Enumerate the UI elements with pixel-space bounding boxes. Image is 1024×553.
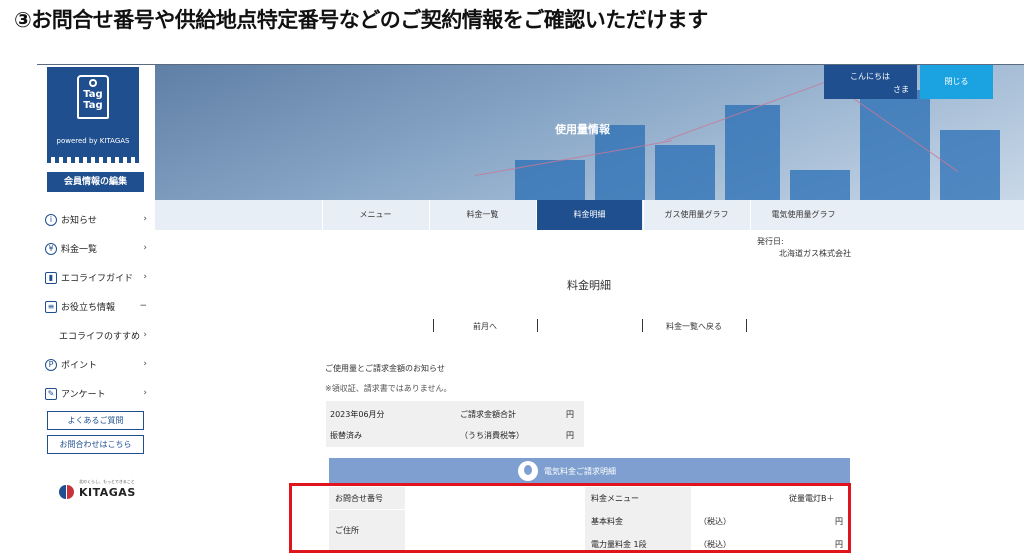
month-pager: 前月へ 料金一覧へ戻る <box>425 319 755 333</box>
tagtag-logo[interactable]: Tag Tag powered by KITAGAS <box>47 67 139 163</box>
sidebar-item-useful-info[interactable]: ≡ お役立ち情報 − <box>45 292 147 321</box>
billing-month: 2023年06月分 <box>330 410 385 419</box>
payment-status: 振替済み <box>330 431 362 440</box>
tab-gas-usage-graph[interactable]: ガス使用量グラフ <box>643 200 749 230</box>
sidebar-item-label: お役立ち情報 <box>61 303 116 313</box>
survey-icon: ✎ <box>45 387 57 400</box>
chevron-right-icon: › <box>143 359 147 369</box>
chevron-right-icon: › <box>143 243 147 253</box>
electric-detail-table: お問合せ番号 ご住所 料金メニュー 従量電灯B＋ 基本料金 （税込） 円 電力量… <box>329 487 850 553</box>
menu-value: 従量電灯B＋ <box>789 494 835 503</box>
pager-divider <box>746 319 747 332</box>
electric-detail-header: 電気料金ご請求明細 <box>329 458 850 484</box>
kitagas-mark-icon <box>59 485 75 499</box>
app-window: Tag Tag powered by KITAGAS 会員情報の編集 i お知ら… <box>37 64 1024 553</box>
pager-divider <box>642 319 643 332</box>
base-fee-label: 基本料金 <box>591 517 623 526</box>
total-label: ご請求金額合計 <box>460 410 516 419</box>
prev-month-link[interactable]: 前月へ <box>473 321 497 332</box>
chevron-right-icon: › <box>143 388 147 398</box>
tab-bar: メニュー 料金一覧 料金明細 ガス使用量グラフ 電気使用量グラフ <box>155 200 1024 230</box>
kitagas-name: KITAGAS <box>79 485 136 499</box>
tab-menu[interactable]: メニュー <box>322 200 428 230</box>
logo-zigzag <box>47 157 139 163</box>
bar-chart-icon: ▮ <box>45 271 57 284</box>
point-icon: P <box>45 358 57 371</box>
issue-date-label: 発行日: <box>757 237 784 246</box>
sidebar-item-price-list[interactable]: ¥ 料金一覧 › <box>45 234 147 263</box>
billing-summary: 2023年06月分 ご請求金額合計 円 振替済み （うち消費税等） 円 <box>326 401 584 447</box>
tab-price-list[interactable]: 料金一覧 <box>429 200 535 230</box>
inquiry-no-label: お問合せ番号 <box>335 494 383 503</box>
energy-fee-tax: （税込） <box>699 540 731 549</box>
hero-graphic-bar <box>655 145 715 200</box>
collapse-icon: − <box>139 301 147 311</box>
tab-bill-detail[interactable]: 料金明細 <box>536 200 642 230</box>
document-icon: ≡ <box>45 300 57 313</box>
greeting-text: こんにちは <box>850 72 890 81</box>
sidebar-item-label: エコライフガイド <box>61 274 134 284</box>
chevron-right-icon: › <box>143 330 147 340</box>
tag-hole-icon <box>89 79 97 87</box>
sidebar-nav: i お知らせ › ¥ 料金一覧 › ▮ エコライフガイド › ≡ お役立ち情報 … <box>45 205 147 408</box>
sidebar: Tag Tag powered by KITAGAS 会員情報の編集 i お知ら… <box>37 65 155 553</box>
menu-label: 料金メニュー <box>591 494 639 503</box>
sidebar-item-news[interactable]: i お知らせ › <box>45 205 147 234</box>
tax-unit: 円 <box>566 431 574 440</box>
hero-graphic-bar <box>790 170 850 200</box>
energy-fee-label: 電力量料金 1段 <box>591 540 647 549</box>
sidebar-item-ecolife-tips[interactable]: エコライフのすすめ › <box>45 321 147 350</box>
sidebar-item-label: ポイント <box>61 361 98 371</box>
logo-line1: Tag <box>83 89 103 100</box>
contact-button[interactable]: お問合わせはこちら <box>47 435 144 454</box>
base-fee-unit: 円 <box>835 517 843 526</box>
close-button[interactable]: 閉じる <box>920 65 993 99</box>
energy-fee-unit: 円 <box>835 540 843 549</box>
sidebar-item-label: お知らせ <box>61 216 97 226</box>
sidebar-item-label: アンケート <box>61 390 106 400</box>
pager-divider <box>537 319 538 332</box>
sidebar-item-ecolife-guide[interactable]: ▮ エコライフガイド › <box>45 263 147 292</box>
page-title: 料金明細 <box>567 279 611 292</box>
total-unit: 円 <box>566 410 574 419</box>
member-edit-button[interactable]: 会員情報の編集 <box>47 172 144 192</box>
logo-text: Tag Tag <box>77 89 109 111</box>
logo-tagline: powered by KITAGAS <box>56 137 130 145</box>
back-to-list-link[interactable]: 料金一覧へ戻る <box>666 321 722 332</box>
main-content: 使用量情報 こんにちは さま 閉じる メニュー 料金一覧 料金明細 ガス使用量グ… <box>155 65 1024 553</box>
hero-graphic-bar <box>725 105 780 200</box>
notice-heading: ご使用量とご請求金額のお知らせ <box>325 364 445 373</box>
chevron-right-icon: › <box>143 272 147 282</box>
issuer-company: 北海道ガス株式会社 <box>779 249 851 258</box>
kitagas-logo: 北のくらし、もっとできること KITAGAS <box>59 479 136 499</box>
issue-info: 発行日: 北海道ガス株式会社 <box>757 236 851 260</box>
sidebar-item-survey[interactable]: ✎ アンケート › <box>45 379 147 408</box>
greeting-honorific: さま <box>893 85 909 94</box>
sidebar-item-label: 料金一覧 <box>61 245 98 255</box>
base-fee-tax: （税込） <box>699 517 731 526</box>
logo-line2: Tag <box>83 100 103 111</box>
kitagas-tagline: 北のくらし、もっとできること <box>79 479 135 484</box>
notice-disclaimer: ※領収証、請求書ではありません。 <box>325 384 452 393</box>
tax-label: （うち消費税等） <box>460 431 524 440</box>
faq-button[interactable]: よくあるご質問 <box>47 411 144 430</box>
pager-divider <box>433 319 434 332</box>
page-header-title: 使用量情報 <box>555 123 610 136</box>
tab-electric-usage-graph[interactable]: 電気使用量グラフ <box>750 200 856 230</box>
chevron-right-icon: › <box>143 214 147 224</box>
address-label: ご住所 <box>335 526 359 535</box>
location-pin-icon <box>518 461 538 481</box>
slide-title: ③お問合せ番号や供給地点特定番号などのご契約情報をご確認いただけます <box>14 8 708 32</box>
electric-detail-title: 電気料金ご請求明細 <box>544 467 616 476</box>
greeting-box: こんにちは さま <box>824 65 917 99</box>
sidebar-item-points[interactable]: P ポイント › <box>45 350 147 379</box>
info-icon: i <box>45 213 57 226</box>
yen-icon: ¥ <box>45 242 57 255</box>
sidebar-item-label: エコライフのすすめ <box>59 332 141 342</box>
